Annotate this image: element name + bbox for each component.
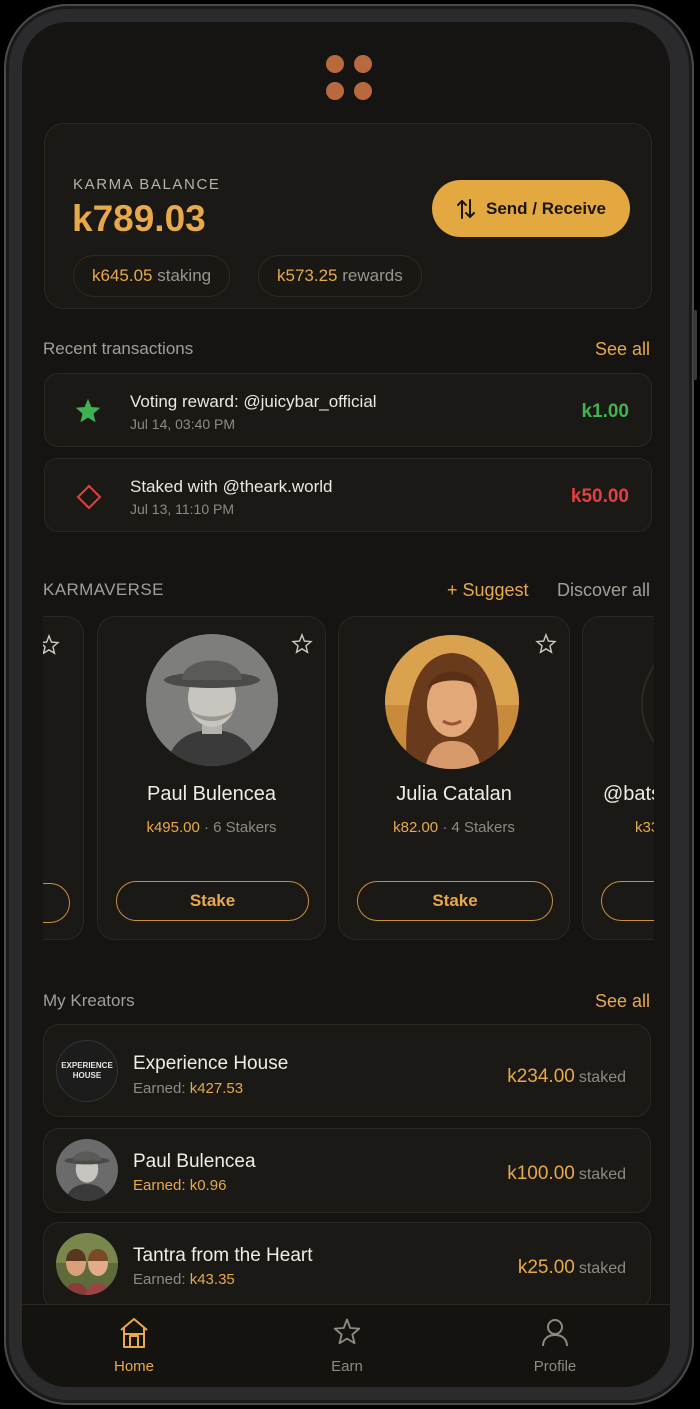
kreators-see-all-link[interactable]: See all (595, 991, 650, 1012)
creator-stakers: 6 Stakers (213, 819, 277, 836)
bottom-nav: Home Earn Profile (22, 1304, 670, 1387)
kreator-name: Experience House (133, 1053, 289, 1074)
creator-name: @batsh (603, 783, 654, 805)
home-icon (120, 1318, 148, 1348)
user-icon (542, 1319, 568, 1347)
creator-amount: k82.00 (393, 819, 439, 836)
stake-button[interactable] (601, 881, 654, 921)
karmaverse-card[interactable]: Julia Catalan k82.00 · 4 Stakers Stake (338, 616, 570, 940)
kreator-name: Tantra from the Heart (133, 1245, 313, 1266)
kreator-staked: k100.00 staked (507, 1163, 626, 1184)
karmaverse-card[interactable] (43, 616, 84, 940)
kreators-title: My Kreators (43, 991, 135, 1010)
kreator-staked: k25.00 staked (517, 1257, 626, 1278)
nav-earn-label: Earn (331, 1358, 363, 1375)
kreator-earned-amount: k0.96 (189, 1177, 227, 1194)
creator-meta: k495.00 · 6 Stakers (146, 819, 277, 836)
side-button (693, 310, 697, 380)
kreator-earned: Earned: k43.35 (133, 1271, 235, 1288)
kreator-earned-amount: k43.35 (189, 1271, 235, 1288)
karmaverse-card[interactable]: @batsh k33.0 (582, 616, 654, 940)
app-screen: KARMA BALANCE k789.03 Send / Receive k64… (22, 22, 670, 1387)
karmaverse-carousel[interactable]: Paul Bulencea k495.00 · 6 Stakers Stake (43, 22, 654, 962)
kreator-earned: Earned: k0.96 (133, 1177, 227, 1194)
kreator-earned: Earned: k427.53 (133, 1080, 244, 1097)
star-outline-icon (43, 634, 60, 655)
kreator-row[interactable]: Paul Bulencea Earned: k0.96 k100.00 stake… (43, 1128, 651, 1213)
nav-profile[interactable]: Profile (495, 1305, 615, 1387)
experience-house-logo: EXPERIENCE HOUSE (56, 1040, 118, 1102)
stake-button[interactable]: Stake (116, 881, 309, 921)
karmaverse-card[interactable]: Paul Bulencea k495.00 · 6 Stakers Stake (97, 616, 326, 940)
avatar (641, 637, 654, 771)
star-outline-icon[interactable] (291, 633, 313, 655)
avatar (56, 1233, 118, 1295)
nav-home-label: Home (113, 1358, 154, 1375)
creator-meta: k82.00 · 4 Stakers (393, 819, 515, 836)
creator-amount: k33.0 (635, 819, 654, 836)
avatar (385, 635, 519, 769)
nav-earn[interactable]: Earn (287, 1305, 407, 1387)
kreator-name: Paul Bulencea (133, 1151, 256, 1172)
kreator-staked: k234.00 staked (507, 1066, 626, 1087)
creator-amount: k495.00 (146, 819, 200, 836)
star-outline-icon[interactable] (535, 633, 557, 655)
nav-profile-label: Profile (533, 1358, 577, 1375)
avatar (146, 634, 278, 766)
creator-name: Paul Bulencea (147, 783, 276, 805)
kreator-row[interactable]: Tantra from the Heart Earned: k43.35 k25… (43, 1222, 651, 1310)
kreator-earned-amount: k427.53 (189, 1080, 244, 1097)
stake-button[interactable] (43, 883, 70, 923)
star-outline-icon (333, 1318, 361, 1345)
stake-button[interactable]: Stake (357, 881, 553, 921)
nav-home[interactable]: Home (74, 1305, 194, 1387)
kreator-row[interactable]: EXPERIENCE HOUSE Experience House Earned… (43, 1024, 651, 1117)
creator-stakers: 4 Stakers (451, 819, 515, 836)
avatar (56, 1139, 118, 1201)
creator-name: Julia Catalan (396, 783, 512, 805)
